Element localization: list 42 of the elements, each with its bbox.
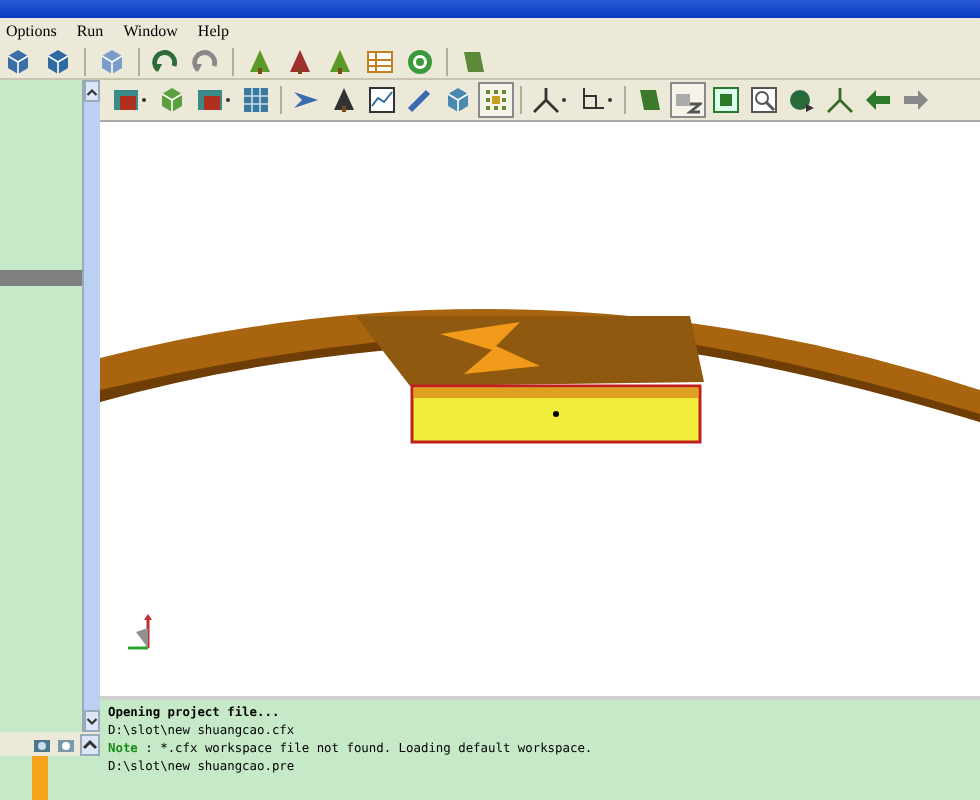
wedge-icon — [292, 86, 320, 114]
chart-icon — [368, 86, 396, 114]
grid-icon — [482, 86, 510, 114]
sphere-icon — [788, 86, 816, 114]
tree-icon — [246, 47, 274, 75]
scroll-bar[interactable] — [82, 80, 100, 732]
scroll-down-button[interactable] — [84, 710, 100, 732]
menu-item[interactable]: Help — [195, 22, 231, 40]
tree-icon — [326, 47, 354, 75]
cube-icon — [44, 47, 72, 75]
scroll-up-button[interactable] — [84, 80, 100, 102]
cube-icon — [158, 86, 186, 114]
axes-tool[interactable] — [528, 82, 572, 118]
3d-viewport[interactable] — [100, 120, 980, 696]
tree-icon — [286, 47, 314, 75]
cube-icon — [444, 86, 472, 114]
chart-tool[interactable] — [364, 82, 400, 118]
cube-icon — [98, 47, 126, 75]
menu-item[interactable]: Run — [74, 22, 106, 40]
axes-icon — [826, 86, 854, 114]
redo-icon — [192, 47, 220, 75]
axes-tool[interactable] — [822, 82, 858, 118]
frame-icon — [578, 86, 606, 114]
selected-row — [0, 270, 82, 286]
menu-item[interactable]: Window — [121, 22, 180, 40]
right-arrow-icon — [902, 86, 930, 114]
mesh-tool[interactable] — [238, 82, 274, 118]
axes-icon — [532, 86, 560, 114]
target-icon — [406, 47, 434, 75]
menu-item[interactable]: Options — [4, 22, 59, 40]
camera-icon[interactable] — [32, 734, 52, 754]
zoom-tool[interactable] — [746, 82, 782, 118]
scroll-up-button[interactable] — [80, 733, 100, 755]
tree-icon — [330, 86, 358, 114]
color-bar — [32, 756, 48, 800]
undo-icon — [152, 47, 180, 75]
left-arrow-icon — [864, 86, 892, 114]
zoom-icon — [750, 86, 778, 114]
cube-icon — [4, 47, 32, 75]
grid-tool[interactable] — [478, 82, 514, 118]
mesh-icon — [242, 86, 270, 114]
table-icon — [366, 47, 394, 75]
